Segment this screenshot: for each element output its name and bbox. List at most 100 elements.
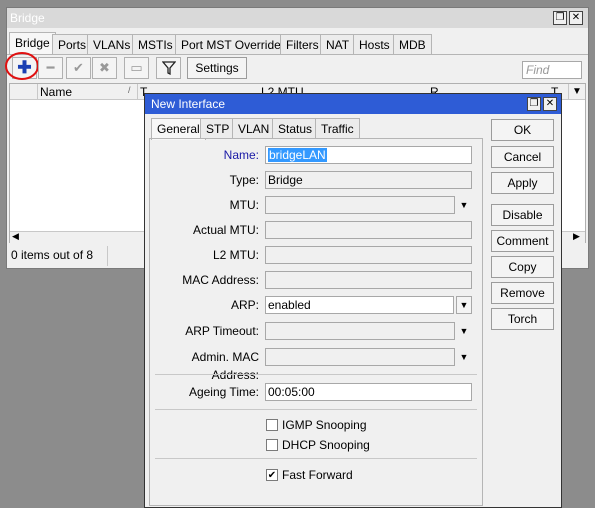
ageing-time-label: Ageing Time: [188,385,259,399]
section-divider [155,458,477,459]
copy-button[interactable]: Copy [491,256,554,278]
status-divider [107,246,108,266]
l2mtu-label: L2 MTU: [212,248,259,262]
admin-mac-label: Admin. MAC Address: [191,350,259,382]
actual-mtu-label: Actual MTU: [192,223,259,237]
igmp-snooping-checkbox[interactable] [266,419,278,431]
tab-ports[interactable]: Ports [52,34,93,54]
bridge-titlebar[interactable]: Bridge ❐ ✕ [7,8,588,28]
remove-label: Remove [500,286,545,300]
torch-button[interactable]: Torch [491,308,554,330]
tab-port-mst-overrides[interactable]: Port MST Overrides [175,34,293,54]
name-value: bridgeLAN [268,148,327,162]
tab-filters[interactable]: Filters [280,34,325,54]
section-divider [155,409,477,410]
tab-general-label: General [157,122,200,136]
new-interface-titlebar[interactable]: New Interface ❐ ✕ [145,94,561,114]
restore-button[interactable]: ❐ [553,11,567,25]
tab-filters-label: Filters [286,38,319,52]
tab-stp-label: STP [206,122,230,136]
find-input[interactable]: Find [522,61,582,79]
arp-dropdown-icon[interactable]: ▼ [456,296,472,314]
scroll-left-icon[interactable]: ◀ [12,231,19,242]
tab-nat[interactable]: NAT [320,34,356,54]
tab-vlans[interactable]: VLANs [87,34,137,54]
disable-button[interactable]: Disable [491,204,554,226]
comment-button[interactable]: ▭ [124,57,149,79]
ok-button[interactable]: OK [491,119,554,141]
restore-button[interactable]: ❐ [527,97,541,111]
section-divider [155,374,477,375]
mac-address-field [265,271,472,289]
type-label: Type: [229,173,259,187]
mtu-dropdown-icon[interactable]: ▼ [456,196,472,214]
tab-nat-label: NAT [326,38,350,52]
fast-forward-label: Fast Forward [282,468,353,482]
enable-button[interactable]: ✔ [66,57,91,79]
tab-bridge-label: Bridge [15,36,50,50]
type-field: Bridge [265,171,472,189]
apply-label: Apply [507,176,538,190]
comment-button[interactable]: Comment [491,230,554,252]
new-interface-window: New Interface ❐ ✕ General STP VLAN Statu… [144,93,562,508]
minus-icon: ━ [46,60,55,75]
actual-mtu-field [265,221,472,239]
close-button[interactable]: ✕ [569,11,583,25]
cancel-button[interactable]: Cancel [491,146,554,168]
cancel-label: Cancel [503,150,542,164]
col-name[interactable]: Name [40,85,72,99]
filter-button[interactable] [156,57,181,79]
arp-timeout-field[interactable] [265,322,455,340]
mac-address-label: MAC Address: [182,273,259,287]
tab-mdb-label: MDB [399,38,426,52]
settings-label: Settings [195,61,239,75]
tab-vlans-label: VLANs [93,38,131,52]
close-button[interactable]: ✕ [543,97,557,111]
settings-button[interactable]: Settings [187,57,247,79]
status-bar-text: 0 items out of 8 [11,248,94,262]
igmp-snooping-label: IGMP Snooping [282,418,367,432]
disable-button[interactable]: ✖ [92,57,117,79]
tab-mstis[interactable]: MSTIs [132,34,179,54]
tab-traffic[interactable]: Traffic [315,118,360,138]
check-icon: ✔ [267,470,277,481]
tab-ports-label: Ports [58,38,87,52]
arp-label: ARP: [230,298,259,312]
apply-button[interactable]: Apply [491,172,554,194]
name-label: Name: [223,148,259,162]
name-field[interactable]: bridgeLAN [265,146,472,164]
tab-general[interactable]: General [151,118,206,140]
l2mtu-field [265,246,472,264]
fast-forward-checkbox[interactable]: ✔ [266,469,278,481]
x-icon: ✖ [99,60,110,75]
tab-stp[interactable]: STP [200,118,236,138]
admin-mac-dropdown-icon[interactable]: ▼ [456,348,472,366]
col-sep [37,84,38,100]
mtu-label: MTU: [229,198,259,212]
copy-label: Copy [508,260,537,274]
mtu-field[interactable] [265,196,455,214]
tab-hosts-label: Hosts [359,38,390,52]
scroll-right-icon[interactable]: ▶ [573,231,580,242]
tab-divider [7,54,588,55]
arp-timeout-dropdown-icon[interactable]: ▼ [456,322,472,340]
tab-mdb[interactable]: MDB [393,34,432,54]
ageing-time-field[interactable]: 00:05:00 [265,383,472,401]
torch-label: Torch [507,312,538,326]
dhcp-snooping-checkbox[interactable] [266,439,278,451]
disable-label: Disable [502,208,543,222]
find-placeholder: Find [526,63,550,77]
tab-hosts[interactable]: Hosts [353,34,396,54]
arp-timeout-label: ARP Timeout: [185,324,259,338]
tab-vlan[interactable]: VLAN [232,118,276,138]
remove-button[interactable]: Remove [491,282,554,304]
note-icon: ▭ [130,60,143,75]
tab-status-label: Status [278,122,313,136]
column-menu-icon[interactable]: ▼ [568,84,585,100]
col-sep [137,84,138,100]
remove-button[interactable]: ━ [38,57,63,79]
admin-mac-field[interactable] [265,348,455,366]
tab-status[interactable]: Status [272,118,319,138]
bridge-title: Bridge [10,11,45,25]
arp-select[interactable]: enabled [265,296,454,314]
